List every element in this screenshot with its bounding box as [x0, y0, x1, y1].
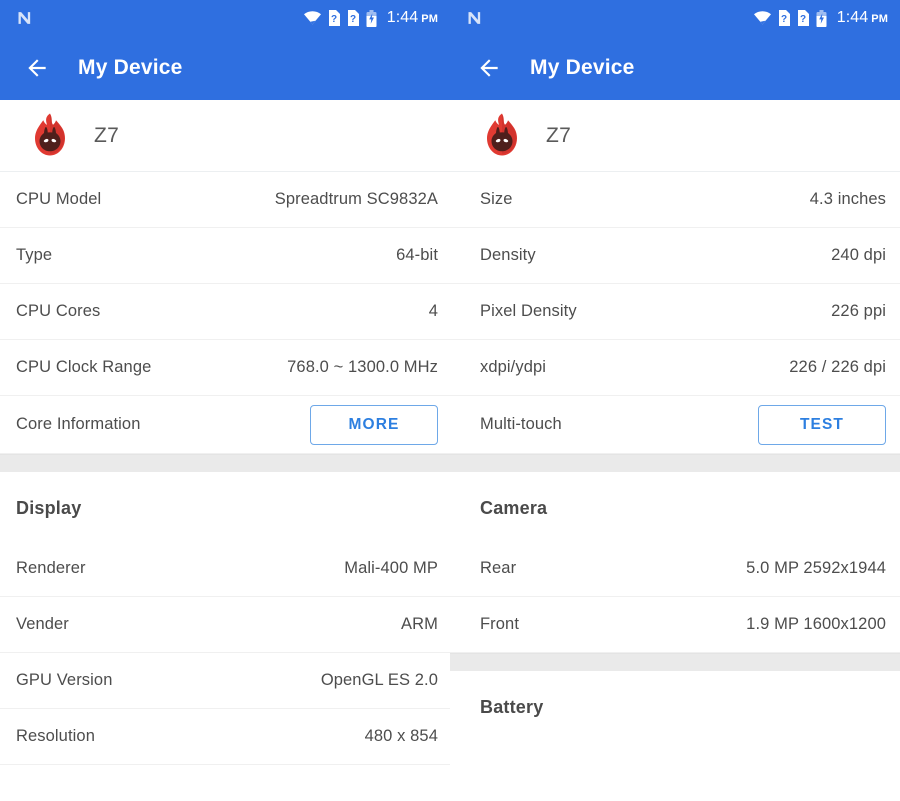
row-value: 1.9 MP 1600x1200 [746, 615, 886, 633]
row-value: 480 x 854 [364, 727, 438, 745]
sim-unknown-icon: ? [778, 10, 790, 26]
status-bar-left-group [16, 8, 36, 28]
row-label: Multi-touch [480, 415, 562, 433]
table-row: Type 64-bit [0, 228, 450, 284]
row-value: 768.0 ~ 1300.0 MHz [287, 358, 438, 376]
device-name: Z7 [546, 123, 572, 147]
status-bar-left: ? ? 1:44 PM [0, 0, 450, 36]
page-title: My Device [78, 56, 183, 79]
status-bar-clock: 1:44 PM [837, 9, 888, 27]
app-bar-left: My Device [0, 36, 450, 100]
row-value: 4 [428, 302, 438, 320]
right-panel: ? ? 1:44 PM My Device Z7 Size 4.3 inches… [450, 0, 900, 801]
test-button[interactable]: TEST [758, 404, 886, 445]
section-heading-battery: Battery [450, 671, 900, 740]
row-label: xdpi/ydpi [480, 358, 547, 376]
battery-charging-icon [816, 9, 827, 27]
table-row: Vender ARM [0, 597, 450, 653]
svg-text:?: ? [331, 14, 337, 25]
wifi-icon [303, 11, 321, 25]
row-value: Spreadtrum SC9832A [274, 190, 438, 208]
table-row: Multi-touch TEST [450, 396, 900, 454]
section-heading-camera: Camera [450, 472, 900, 541]
table-row: Resolution 480 x 854 [0, 709, 450, 765]
status-bar-right: ? ? 1:44 PM [450, 0, 900, 36]
display-info-rows: Renderer Mali-400 MP Vender ARM GPU Version O… [0, 541, 450, 765]
dual-screenshot-composite: ? ? 1:44 PM My Device Z7 CPU Model Sprea… [0, 0, 900, 801]
sim-unknown-icon: ? [328, 10, 340, 26]
table-row: Rear 5.0 MP 2592x1944 [450, 541, 900, 597]
row-value: Mali-400 MP [344, 559, 438, 577]
table-row: CPU Model Spreadtrum SC9832A [0, 172, 450, 228]
table-row: xdpi/ydpi 226 / 226 dpi [450, 340, 900, 396]
page-title: My Device [530, 56, 635, 79]
left-panel: ? ? 1:44 PM My Device Z7 CPU Model Sprea… [0, 0, 450, 801]
device-header-right: Z7 [450, 100, 900, 172]
row-label: Core Information [16, 415, 141, 433]
back-arrow-icon[interactable] [476, 55, 502, 81]
status-bar-right-group: ? ? 1:44 PM [753, 9, 888, 27]
table-row: GPU Version OpenGL ES 2.0 [0, 653, 450, 709]
table-row: Size 4.3 inches [450, 172, 900, 228]
row-label: Type [16, 246, 53, 264]
screen-info-rows: Size 4.3 inches Density 240 dpi Pixel Densit… [450, 172, 900, 454]
row-value: 226 / 226 dpi [789, 358, 886, 376]
battery-charging-icon [366, 9, 377, 27]
row-label: Rear [480, 559, 517, 577]
row-label: Size [480, 190, 513, 208]
table-row: CPU Cores 4 [0, 284, 450, 340]
section-heading-display: Display [0, 472, 450, 541]
table-row: Pixel Density 226 ppi [450, 284, 900, 340]
row-label: CPU Clock Range [16, 358, 152, 376]
section-divider-band [450, 653, 900, 671]
row-label: Renderer [16, 559, 86, 577]
row-label: CPU Cores [16, 302, 101, 320]
row-label: Vender [16, 615, 69, 633]
antutu-logo-icon [487, 113, 517, 155]
row-label: GPU Version [16, 671, 113, 689]
row-value: 226 ppi [831, 302, 886, 320]
clock-time: 1:44 [386, 9, 419, 26]
svg-text:?: ? [800, 14, 806, 25]
row-label: Density [480, 246, 536, 264]
row-label: Front [480, 615, 520, 633]
svg-text:?: ? [781, 14, 787, 25]
status-bar-left-group [466, 8, 486, 28]
back-arrow-icon[interactable] [24, 55, 50, 81]
device-name: Z7 [94, 123, 120, 147]
table-row: Renderer Mali-400 MP [0, 541, 450, 597]
antutu-logo-icon [35, 113, 65, 155]
clock-time: 1:44 [836, 9, 869, 26]
android-n-logo-icon [18, 12, 31, 24]
sim-unknown-icon: ? [797, 10, 809, 26]
sim-unknown-icon: ? [347, 10, 359, 26]
table-row: Front 1.9 MP 1600x1200 [450, 597, 900, 653]
row-label: CPU Model [16, 190, 102, 208]
table-row: Core Information MORE [0, 396, 450, 454]
row-label: Resolution [16, 727, 95, 745]
row-value: 64-bit [396, 246, 438, 264]
status-bar-clock: 1:44 PM [387, 9, 438, 27]
cpu-info-rows: CPU Model Spreadtrum SC9832A Type 64-bit CPU… [0, 172, 450, 454]
more-button[interactable]: MORE [310, 404, 438, 445]
clock-ampm: PM [421, 13, 438, 25]
row-value: 4.3 inches [809, 190, 886, 208]
camera-info-rows: Rear 5.0 MP 2592x1944 Front 1.9 MP 1600x120… [450, 541, 900, 653]
row-value: 240 dpi [831, 246, 886, 264]
section-divider-band [450, 454, 900, 472]
table-row: Density 240 dpi [450, 228, 900, 284]
section-divider-band [0, 454, 450, 472]
svg-text:?: ? [350, 14, 356, 25]
row-value: OpenGL ES 2.0 [320, 671, 438, 689]
table-row: CPU Clock Range 768.0 ~ 1300.0 MHz [0, 340, 450, 396]
clock-ampm: PM [871, 13, 888, 25]
android-n-logo-icon [468, 12, 481, 24]
row-value: 5.0 MP 2592x1944 [746, 559, 886, 577]
app-bar-right: My Device [450, 36, 900, 100]
wifi-icon [753, 11, 771, 25]
status-bar-right-group: ? ? 1:44 PM [303, 9, 438, 27]
device-header-left: Z7 [0, 100, 450, 172]
row-label: Pixel Density [480, 302, 577, 320]
row-value: ARM [401, 615, 438, 633]
